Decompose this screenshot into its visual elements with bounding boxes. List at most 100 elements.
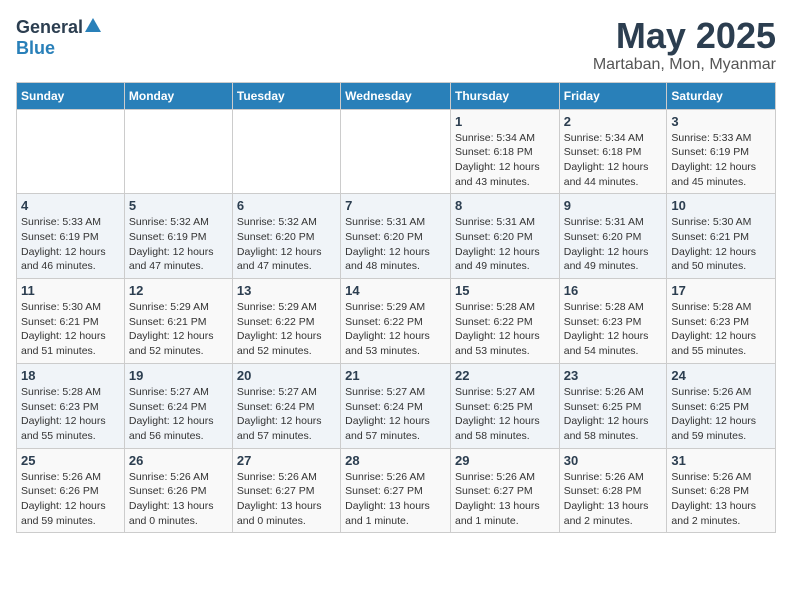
day-number: 15 [455, 283, 555, 298]
week-row-3: 11 Sunrise: 5:30 AM Sunset: 6:21 PM Dayli… [17, 279, 776, 364]
day-info: Sunrise: 5:34 AM Sunset: 6:18 PM Dayligh… [455, 131, 555, 190]
day-number: 28 [345, 453, 446, 468]
calendar-cell: 24 Sunrise: 5:26 AM Sunset: 6:25 PM Dayli… [667, 363, 776, 448]
calendar-cell [124, 109, 232, 194]
calendar-cell: 27Sunrise: 5:26 AM Sunset: 6:27 PM Dayli… [232, 448, 340, 533]
calendar-cell: 3 Sunrise: 5:33 AM Sunset: 6:19 PM Daylig… [667, 109, 776, 194]
day-number: 24 [671, 368, 771, 383]
day-number: 5 [129, 198, 228, 213]
day-number: 19 [129, 368, 228, 383]
day-number: 16 [564, 283, 663, 298]
day-number: 17 [671, 283, 771, 298]
day-info: Sunrise: 5:28 AM Sunset: 6:23 PM Dayligh… [21, 385, 120, 444]
calendar-cell: 8 Sunrise: 5:31 AM Sunset: 6:20 PM Daylig… [450, 194, 559, 279]
week-row-5: 25Sunrise: 5:26 AM Sunset: 6:26 PM Dayli… [17, 448, 776, 533]
calendar-cell [232, 109, 340, 194]
day-info: Sunrise: 5:28 AM Sunset: 6:23 PM Dayligh… [671, 300, 771, 359]
calendar-cell: 7 Sunrise: 5:31 AM Sunset: 6:20 PM Daylig… [341, 194, 451, 279]
calendar-cell: 21Sunrise: 5:27 AM Sunset: 6:24 PM Dayli… [341, 363, 451, 448]
calendar-cell: 11 Sunrise: 5:30 AM Sunset: 6:21 PM Dayli… [17, 279, 125, 364]
calendar-cell: 1 Sunrise: 5:34 AM Sunset: 6:18 PM Daylig… [450, 109, 559, 194]
day-number: 6 [237, 198, 336, 213]
calendar-cell: 20Sunrise: 5:27 AM Sunset: 6:24 PM Dayli… [232, 363, 340, 448]
day-info: Sunrise: 5:29 AM Sunset: 6:22 PM Dayligh… [345, 300, 446, 359]
day-info: Sunrise: 5:28 AM Sunset: 6:22 PM Dayligh… [455, 300, 555, 359]
day-number: 10 [671, 198, 771, 213]
calendar-cell [17, 109, 125, 194]
calendar-table: SundayMondayTuesdayWednesdayThursdayFrid… [16, 82, 776, 534]
day-number: 22 [455, 368, 555, 383]
day-number: 30 [564, 453, 663, 468]
day-info: Sunrise: 5:31 AM Sunset: 6:20 PM Dayligh… [345, 215, 446, 274]
day-number: 20 [237, 368, 336, 383]
column-header-thursday: Thursday [450, 82, 559, 109]
day-number: 1 [455, 114, 555, 129]
calendar-cell: 4Sunrise: 5:33 AM Sunset: 6:19 PM Daylig… [17, 194, 125, 279]
calendar-cell: 23 Sunrise: 5:26 AM Sunset: 6:25 PM Dayli… [559, 363, 667, 448]
day-info: Sunrise: 5:26 AM Sunset: 6:28 PM Dayligh… [671, 470, 771, 529]
calendar-cell: 12 Sunrise: 5:29 AM Sunset: 6:21 PM Dayli… [124, 279, 232, 364]
day-number: 3 [671, 114, 771, 129]
day-info: Sunrise: 5:29 AM Sunset: 6:21 PM Dayligh… [129, 300, 228, 359]
day-info: Sunrise: 5:30 AM Sunset: 6:21 PM Dayligh… [671, 215, 771, 274]
day-info: Sunrise: 5:31 AM Sunset: 6:20 PM Dayligh… [455, 215, 555, 274]
day-number: 14 [345, 283, 446, 298]
day-info: Sunrise: 5:30 AM Sunset: 6:21 PM Dayligh… [21, 300, 120, 359]
day-info: Sunrise: 5:26 AM Sunset: 6:27 PM Dayligh… [345, 470, 446, 529]
day-info: Sunrise: 5:27 AM Sunset: 6:25 PM Dayligh… [455, 385, 555, 444]
day-info: Sunrise: 5:33 AM Sunset: 6:19 PM Dayligh… [671, 131, 771, 190]
day-info: Sunrise: 5:31 AM Sunset: 6:20 PM Dayligh… [564, 215, 663, 274]
calendar-cell: 22 Sunrise: 5:27 AM Sunset: 6:25 PM Dayli… [450, 363, 559, 448]
day-number: 25 [21, 453, 120, 468]
title-block: May 2025 Martaban, Mon, Myanmar [593, 16, 776, 74]
day-info: Sunrise: 5:26 AM Sunset: 6:25 PM Dayligh… [671, 385, 771, 444]
calendar-cell: 10 Sunrise: 5:30 AM Sunset: 6:21 PM Dayli… [667, 194, 776, 279]
day-number: 12 [129, 283, 228, 298]
column-header-friday: Friday [559, 82, 667, 109]
day-number: 13 [237, 283, 336, 298]
calendar-cell: 28 Sunrise: 5:26 AM Sunset: 6:27 PM Dayli… [341, 448, 451, 533]
day-number: 18 [21, 368, 120, 383]
calendar-cell: 31 Sunrise: 5:26 AM Sunset: 6:28 PM Dayli… [667, 448, 776, 533]
week-row-4: 18 Sunrise: 5:28 AM Sunset: 6:23 PM Dayli… [17, 363, 776, 448]
calendar-cell: 9Sunrise: 5:31 AM Sunset: 6:20 PM Daylig… [559, 194, 667, 279]
day-number: 11 [21, 283, 120, 298]
page-title: May 2025 [593, 16, 776, 56]
page-subtitle: Martaban, Mon, Myanmar [593, 56, 776, 74]
week-row-2: 4Sunrise: 5:33 AM Sunset: 6:19 PM Daylig… [17, 194, 776, 279]
day-info: Sunrise: 5:27 AM Sunset: 6:24 PM Dayligh… [129, 385, 228, 444]
day-number: 31 [671, 453, 771, 468]
calendar-cell: 13 Sunrise: 5:29 AM Sunset: 6:22 PM Dayli… [232, 279, 340, 364]
column-header-wednesday: Wednesday [341, 82, 451, 109]
day-info: Sunrise: 5:28 AM Sunset: 6:23 PM Dayligh… [564, 300, 663, 359]
day-info: Sunrise: 5:29 AM Sunset: 6:22 PM Dayligh… [237, 300, 336, 359]
logo: General Blue [16, 16, 103, 59]
day-number: 4 [21, 198, 120, 213]
calendar-cell: 25Sunrise: 5:26 AM Sunset: 6:26 PM Dayli… [17, 448, 125, 533]
calendar-cell: 14 Sunrise: 5:29 AM Sunset: 6:22 PM Dayli… [341, 279, 451, 364]
calendar-cell: 30Sunrise: 5:26 AM Sunset: 6:28 PM Dayli… [559, 448, 667, 533]
calendar-cell: 16 Sunrise: 5:28 AM Sunset: 6:23 PM Dayli… [559, 279, 667, 364]
day-info: Sunrise: 5:34 AM Sunset: 6:18 PM Dayligh… [564, 131, 663, 190]
calendar-cell [341, 109, 451, 194]
day-info: Sunrise: 5:27 AM Sunset: 6:24 PM Dayligh… [345, 385, 446, 444]
day-number: 23 [564, 368, 663, 383]
day-info: Sunrise: 5:26 AM Sunset: 6:25 PM Dayligh… [564, 385, 663, 444]
column-header-saturday: Saturday [667, 82, 776, 109]
day-number: 26 [129, 453, 228, 468]
calendar-cell: 15 Sunrise: 5:28 AM Sunset: 6:22 PM Dayli… [450, 279, 559, 364]
day-number: 29 [455, 453, 555, 468]
day-info: Sunrise: 5:32 AM Sunset: 6:20 PM Dayligh… [237, 215, 336, 274]
header-row: SundayMondayTuesdayWednesdayThursdayFrid… [17, 82, 776, 109]
column-header-monday: Monday [124, 82, 232, 109]
calendar-cell: 19 Sunrise: 5:27 AM Sunset: 6:24 PM Dayli… [124, 363, 232, 448]
day-info: Sunrise: 5:26 AM Sunset: 6:27 PM Dayligh… [237, 470, 336, 529]
calendar-cell: 26Sunrise: 5:26 AM Sunset: 6:26 PM Dayli… [124, 448, 232, 533]
day-number: 8 [455, 198, 555, 213]
day-info: Sunrise: 5:26 AM Sunset: 6:27 PM Dayligh… [455, 470, 555, 529]
day-number: 7 [345, 198, 446, 213]
calendar-cell: 5Sunrise: 5:32 AM Sunset: 6:19 PM Daylig… [124, 194, 232, 279]
calendar-cell: 18 Sunrise: 5:28 AM Sunset: 6:23 PM Dayli… [17, 363, 125, 448]
calendar-cell: 17 Sunrise: 5:28 AM Sunset: 6:23 PM Dayli… [667, 279, 776, 364]
column-header-tuesday: Tuesday [232, 82, 340, 109]
